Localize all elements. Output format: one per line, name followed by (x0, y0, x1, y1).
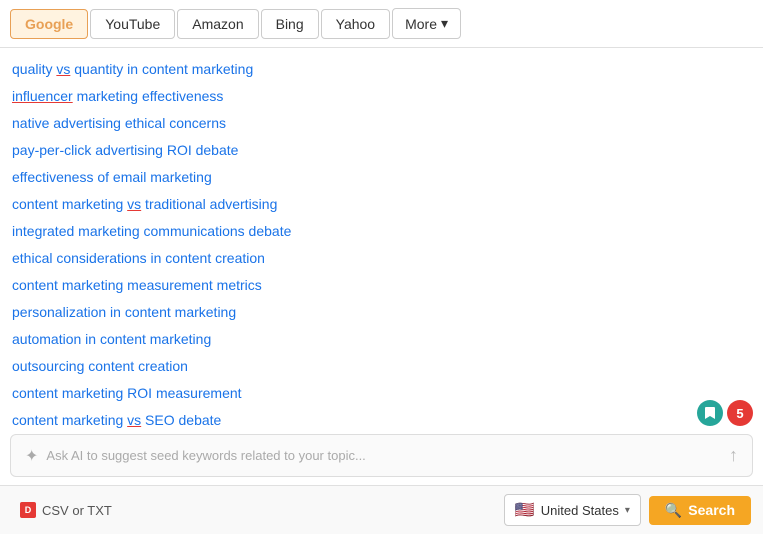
ai-suggestion-bar[interactable]: ✦ Ask AI to suggest seed keywords relate… (10, 434, 753, 477)
bookmark-icon[interactable] (697, 400, 723, 426)
tab-bing[interactable]: Bing (261, 9, 319, 39)
tab-bar: Google YouTube Amazon Bing Yahoo More ▾ (0, 0, 763, 48)
list-item[interactable]: content marketing vs SEO debate (12, 407, 751, 434)
country-name: United States (541, 503, 619, 518)
list-item[interactable]: pay-per-click advertising ROI debate (12, 137, 751, 164)
ai-input-area: ✦ Ask AI to suggest seed keywords relate… (25, 446, 366, 466)
list-item[interactable]: integrated marketing communications deba… (12, 218, 751, 245)
send-icon[interactable]: ↑ (729, 445, 738, 466)
chevron-down-icon: ▾ (625, 505, 630, 516)
vs-highlight: vs (127, 196, 141, 212)
chevron-down-icon: ▾ (441, 15, 448, 32)
badge-count[interactable]: 5 (727, 400, 753, 426)
list-item[interactable]: content marketing ROI measurement (12, 380, 751, 407)
vs-highlight: vs (56, 61, 70, 77)
floating-icons: 5 (697, 400, 753, 426)
list-item[interactable]: ethical considerations in content creati… (12, 245, 751, 272)
vs-highlight: vs (127, 412, 141, 428)
list-item[interactable]: quality vs quantity in content marketing (12, 56, 751, 83)
tab-youtube[interactable]: YouTube (90, 9, 175, 39)
country-selector[interactable]: 🇺🇸 United States ▾ (504, 494, 641, 526)
csv-button[interactable]: D CSV or TXT (12, 498, 120, 522)
list-item[interactable]: effectiveness of email marketing (12, 164, 751, 191)
tab-more-label: More (405, 16, 437, 32)
ai-placeholder-text: Ask AI to suggest seed keywords related … (46, 448, 365, 463)
search-label: Search (688, 502, 735, 518)
list-item[interactable]: automation in content marketing (12, 326, 751, 353)
bottom-bar: D CSV or TXT 🇺🇸 United States ▾ 🔍 Search (0, 485, 763, 534)
search-icon: 🔍 (665, 502, 682, 519)
csv-icon: D (20, 502, 36, 518)
list-item[interactable]: content marketing measurement metrics (12, 272, 751, 299)
first-word-highlight: influencer (12, 88, 73, 104)
search-button[interactable]: 🔍 Search (649, 496, 751, 525)
tab-google[interactable]: Google (10, 9, 88, 39)
tab-amazon[interactable]: Amazon (177, 9, 258, 39)
csv-label: CSV or TXT (42, 503, 112, 518)
list-item[interactable]: influencer marketing effectiveness (12, 83, 751, 110)
flag-icon: 🇺🇸 (515, 500, 535, 520)
list-item[interactable]: outsourcing content creation (12, 353, 751, 380)
tab-yahoo[interactable]: Yahoo (321, 9, 390, 39)
tab-more[interactable]: More ▾ (392, 8, 461, 39)
list-item[interactable]: native advertising ethical concerns (12, 110, 751, 137)
list-item[interactable]: personalization in content marketing (12, 299, 751, 326)
list-item[interactable]: content marketing vs traditional adverti… (12, 191, 751, 218)
plus-icon: ✦ (25, 446, 38, 466)
bottom-right-actions: 🇺🇸 United States ▾ 🔍 Search (504, 494, 751, 526)
keywords-container: quality vs quantity in content marketing… (0, 48, 763, 434)
